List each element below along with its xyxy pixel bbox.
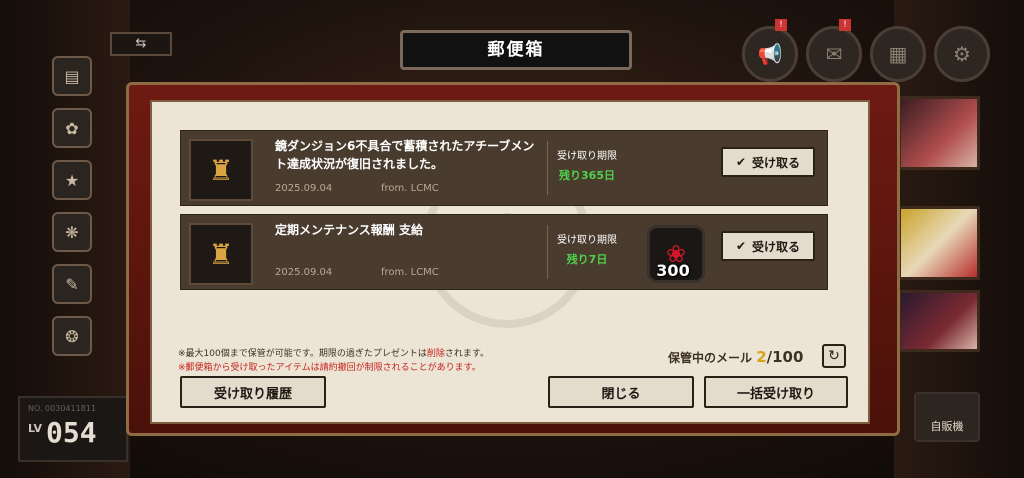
mail-sender: from. LCMC	[381, 267, 439, 278]
swap-button[interactable]: ⇆	[110, 32, 172, 56]
notification-badge: !	[775, 19, 787, 31]
feather-icon: ✎	[65, 274, 79, 294]
calendar-button[interactable]: ▦	[870, 26, 926, 82]
left-menu-button-2[interactable]: ✿	[52, 108, 92, 148]
left-menu-button-1[interactable]: ▤	[52, 56, 92, 96]
mailbox-title: 郵便箱	[400, 30, 632, 70]
banner-thumbnail-1[interactable]	[898, 96, 980, 170]
emblem-icon: ♜	[189, 223, 253, 285]
limit-value: 残り7日	[566, 253, 608, 266]
limit-label: 受け取り期限	[557, 151, 617, 162]
note-text: されます。	[444, 349, 489, 359]
document-icon: ▤	[64, 66, 80, 86]
banner-thumbnail-3[interactable]	[898, 290, 980, 352]
mail-button[interactable]: ✉ !	[806, 19, 862, 82]
mail-date: 2025.09.04	[275, 267, 333, 278]
megaphone-icon: 📢	[757, 42, 783, 66]
mail-title: 鏡ダンジョン6不具合で蓄積されたアチーブメント達成状況が復旧されました。	[275, 139, 535, 171]
emblem-icon: ♜	[189, 139, 253, 201]
butterfly-icon: ❋	[65, 222, 79, 242]
limit-label: 受け取り期限	[557, 235, 617, 246]
refresh-button[interactable]: ↻	[822, 344, 846, 368]
flower-icon: ✿	[65, 118, 79, 138]
checkmark-icon: ✔	[735, 155, 747, 169]
storage-counter: 保管中のメール 2/100	[668, 348, 803, 366]
banner-thumbnail-2[interactable]	[898, 206, 980, 280]
left-menu-button-6[interactable]: ❂	[52, 316, 92, 356]
mail-sender: from. LCMC	[381, 183, 439, 194]
star-icon: ★	[64, 170, 80, 190]
player-level-panel: NO. 0030411811 LV 054	[18, 396, 128, 462]
storage-note: ※最大100個まで保管が可能です。期限の過ぎたプレゼントは削除されます。	[178, 346, 489, 359]
player-level: 054	[46, 416, 97, 449]
receive-all-label: 一括受け取り	[736, 386, 815, 402]
close-label: 閉じる	[601, 386, 641, 402]
close-button[interactable]: 閉じる	[548, 376, 694, 408]
mail-date: 2025.09.04	[275, 183, 333, 194]
calendar-icon: ▦	[888, 42, 908, 66]
left-menu-button-3[interactable]: ★	[52, 160, 92, 200]
mail-icon: ✉	[825, 42, 843, 66]
left-menu-button-5[interactable]: ✎	[52, 264, 92, 304]
reward-count: 300	[656, 261, 690, 280]
swirl-icon: ❂	[65, 326, 79, 346]
notification-badge: !	[839, 19, 851, 31]
receive-button[interactable]: ✔ 受け取る	[721, 231, 815, 261]
settings-button[interactable]: ⚙	[934, 26, 990, 82]
receive-button[interactable]: ✔ 受け取る	[721, 147, 815, 177]
mail-item[interactable]: ♜ 鏡ダンジョン6不具合で蓄積されたアチーブメント達成状況が復旧されました。 2…	[180, 130, 828, 206]
withdrawal-note: ※郵便箱から受け取ったアイテムは請約撤回が制限されることがあります。	[178, 363, 481, 373]
receive-history-label: 受け取り履歴	[213, 386, 292, 402]
refresh-icon: ↻	[828, 348, 840, 364]
storage-current: 2	[756, 348, 767, 366]
left-menu-button-4[interactable]: ❋	[52, 212, 92, 252]
note-text: ※最大100個まで保管が可能です。期限の過ぎたプレゼントは	[178, 349, 427, 359]
limit-value: 残り365日	[559, 169, 615, 182]
level-label: LV	[28, 422, 43, 435]
receive-all-button[interactable]: 一括受け取り	[704, 376, 848, 408]
storage-max: /100	[766, 348, 804, 366]
note-delete-text: 削除	[426, 349, 445, 359]
mail-title: 定期メンテナンス報酬 支給	[275, 223, 423, 237]
mail-item[interactable]: ♜ 定期メンテナンス報酬 支給 2025.09.04 from. LCMC 受け…	[180, 214, 828, 290]
storage-label: 保管中のメール	[668, 351, 753, 365]
vending-label: 自販機	[930, 420, 964, 433]
receive-button-label: 受け取る	[752, 239, 801, 254]
vending-machine-button[interactable]: 自販機	[914, 392, 980, 442]
checkmark-icon: ✔	[735, 239, 747, 253]
receive-button-label: 受け取る	[752, 155, 801, 170]
gear-icon: ⚙	[953, 42, 971, 66]
reward-item[interactable]: ❀ 300	[643, 221, 705, 283]
player-id: NO. 0030411811	[28, 404, 96, 413]
receive-history-button[interactable]: 受け取り履歴	[180, 376, 326, 408]
announcement-button[interactable]: 📢 !	[742, 19, 798, 82]
